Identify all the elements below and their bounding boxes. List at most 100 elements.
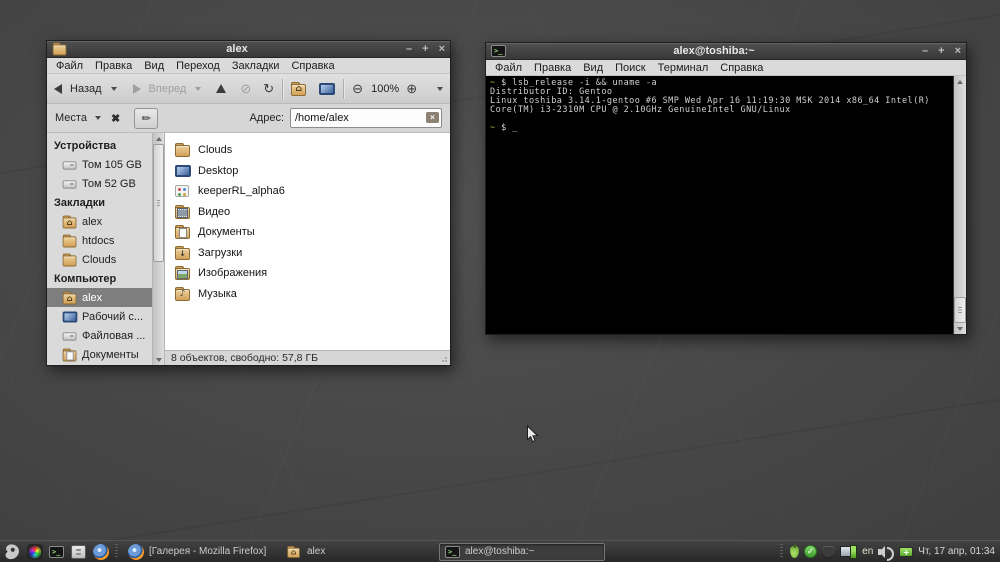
side-pane-selector[interactable]: Места: [55, 112, 87, 124]
stop-icon: ⊘: [240, 81, 252, 96]
close-button[interactable]: ×: [955, 44, 961, 59]
file-row[interactable]: Изображения: [175, 263, 444, 284]
side-pane-chevron-icon[interactable]: [94, 116, 101, 120]
scrollbar-thumb[interactable]: [954, 297, 966, 323]
scroll-down-icon[interactable]: [954, 323, 966, 334]
sidebar-item-volume-52[interactable]: Том 52 GB: [47, 174, 152, 193]
menu-edit[interactable]: Правка: [528, 62, 577, 74]
menu-bookmarks[interactable]: Закладки: [226, 60, 286, 72]
desktop[interactable]: alex – + × Файл Правка Вид Переход Закла…: [0, 0, 1000, 562]
fm-file-list[interactable]: Clouds Desktop keeperRL_alpha6 Видео Док…: [165, 133, 450, 350]
sidebar-item-desktop[interactable]: Рабочий с...: [47, 307, 152, 326]
taskbar-window-firefox[interactable]: [Галерея - Mozilla Firefox]: [123, 543, 278, 561]
reload-icon[interactable]: ↻: [263, 82, 274, 95]
desktop-icon[interactable]: [319, 81, 336, 97]
keyboard-layout-indicator[interactable]: en: [862, 546, 873, 557]
zoom-out-icon[interactable]: ⊖: [352, 82, 363, 95]
file-row[interactable]: Документы: [175, 222, 444, 243]
taskbar-window-alex[interactable]: alex: [281, 543, 436, 561]
fm-titlebar[interactable]: alex – + ×: [47, 41, 450, 58]
menu-help[interactable]: Справка: [285, 60, 340, 72]
file-row[interactable]: Desktop: [175, 161, 444, 182]
terminal-screen[interactable]: ~ $ lsb_release -i && uname -a Distribut…: [486, 76, 953, 334]
updates-check-tray-icon[interactable]: [804, 545, 818, 558]
sidebar-group-computer: Компьютер: [54, 273, 117, 285]
menu-help[interactable]: Справка: [714, 62, 769, 74]
sidebar-item-label: alex: [82, 215, 103, 228]
taskbar-window-terminal[interactable]: alex@toshiba:~: [439, 542, 605, 561]
menu-file[interactable]: Файл: [489, 62, 528, 74]
sidebar-item-alex-home[interactable]: alex: [47, 288, 152, 307]
clock[interactable]: Чт, 17 апр, 01:34: [918, 546, 997, 557]
side-pane-close-icon[interactable]: ✖: [111, 112, 120, 125]
file-name: Clouds: [198, 144, 233, 157]
terminal-titlebar[interactable]: alex@toshiba:~ – + ×: [486, 43, 966, 60]
fm-window-controls: – + ×: [406, 42, 445, 57]
sidebar-item-clouds[interactable]: Clouds: [47, 250, 152, 269]
color-wheel-launcher[interactable]: [25, 542, 44, 561]
back-history-chevron-icon[interactable]: [110, 86, 117, 91]
gentoo-menu-button[interactable]: [3, 542, 22, 561]
maximize-button[interactable]: +: [422, 42, 428, 57]
battery-icon[interactable]: [899, 546, 915, 557]
menu-search[interactable]: Поиск: [609, 62, 651, 74]
scroll-up-icon[interactable]: [954, 76, 966, 87]
dark-applet-tray-icon[interactable]: [822, 545, 836, 558]
taskbar: [Галерея - Mozilla Firefox] alex alex@to…: [0, 540, 1000, 562]
minimize-button[interactable]: –: [922, 44, 928, 59]
sidebar-scrollbar[interactable]: [152, 133, 165, 365]
address-label: Адрес:: [249, 112, 284, 124]
sidebar-item-downloads[interactable]: Загрузки: [47, 364, 152, 365]
firefox-icon: [128, 543, 144, 560]
file-name: Desktop: [198, 164, 239, 177]
clear-address-icon[interactable]: ×: [426, 112, 439, 123]
volume-icon[interactable]: [878, 545, 895, 561]
zoom-in-icon[interactable]: ⊕: [406, 82, 417, 95]
menu-terminal[interactable]: Терминал: [652, 62, 715, 74]
sidebar-item-alex[interactable]: alex: [47, 212, 152, 231]
sidebar-item-filesystem[interactable]: Файловая ...: [47, 326, 152, 345]
application-icon: [175, 183, 191, 199]
sidebar-item-label: Clouds: [82, 253, 117, 266]
terminal-line: Core(TM) i3-2310M CPU @ 2.10GHz GenuineI…: [490, 105, 791, 115]
file-manager-launcher[interactable]: [69, 542, 88, 561]
scroll-up-icon[interactable]: [153, 133, 164, 144]
folder-video-icon: [175, 204, 191, 220]
menu-edit[interactable]: Правка: [89, 60, 138, 72]
display-battery-tray-icon[interactable]: [840, 545, 858, 559]
file-row[interactable]: Видео: [175, 202, 444, 223]
close-button[interactable]: ×: [439, 42, 445, 57]
terminal-cursor: _: [512, 123, 518, 133]
file-row[interactable]: Загрузки: [175, 243, 444, 264]
toolbar-overflow-chevron-icon[interactable]: [437, 86, 443, 91]
menu-file[interactable]: Файл: [50, 60, 89, 72]
sidebar-item-volume-105[interactable]: Том 105 GB: [47, 155, 152, 174]
back-icon[interactable]: [54, 83, 62, 94]
back-button[interactable]: Назад: [70, 83, 102, 95]
resize-grip[interactable]: [438, 353, 448, 363]
up-icon[interactable]: [216, 84, 227, 93]
terminal-window-controls: – + ×: [922, 44, 961, 59]
menu-view[interactable]: Вид: [138, 60, 170, 72]
maximize-button[interactable]: +: [938, 44, 944, 59]
address-input[interactable]: [290, 108, 442, 128]
menu-go[interactable]: Переход: [170, 60, 226, 72]
terminal-scrollbar[interactable]: [953, 76, 966, 334]
sidebar-item-documents[interactable]: Документы: [47, 345, 152, 364]
firefox-launcher[interactable]: [91, 542, 110, 561]
edit-path-button[interactable]: ✎: [134, 107, 159, 129]
onion-tray-icon[interactable]: [790, 545, 800, 558]
terminal-icon: [445, 545, 460, 558]
sidebar-item-htdocs[interactable]: htdocs: [47, 231, 152, 250]
scroll-down-icon[interactable]: [153, 354, 164, 365]
menu-view[interactable]: Вид: [577, 62, 609, 74]
file-row[interactable]: Музыка: [175, 284, 444, 305]
terminal-launcher[interactable]: [47, 542, 66, 561]
home-folder-icon: [62, 214, 78, 229]
file-row[interactable]: keeperRL_alpha6: [175, 181, 444, 202]
file-row[interactable]: Clouds: [175, 140, 444, 161]
scrollbar-thumb[interactable]: [153, 144, 164, 262]
home-icon[interactable]: [291, 81, 307, 97]
minimize-button[interactable]: –: [406, 42, 412, 57]
folder-documents-icon: [62, 347, 78, 362]
